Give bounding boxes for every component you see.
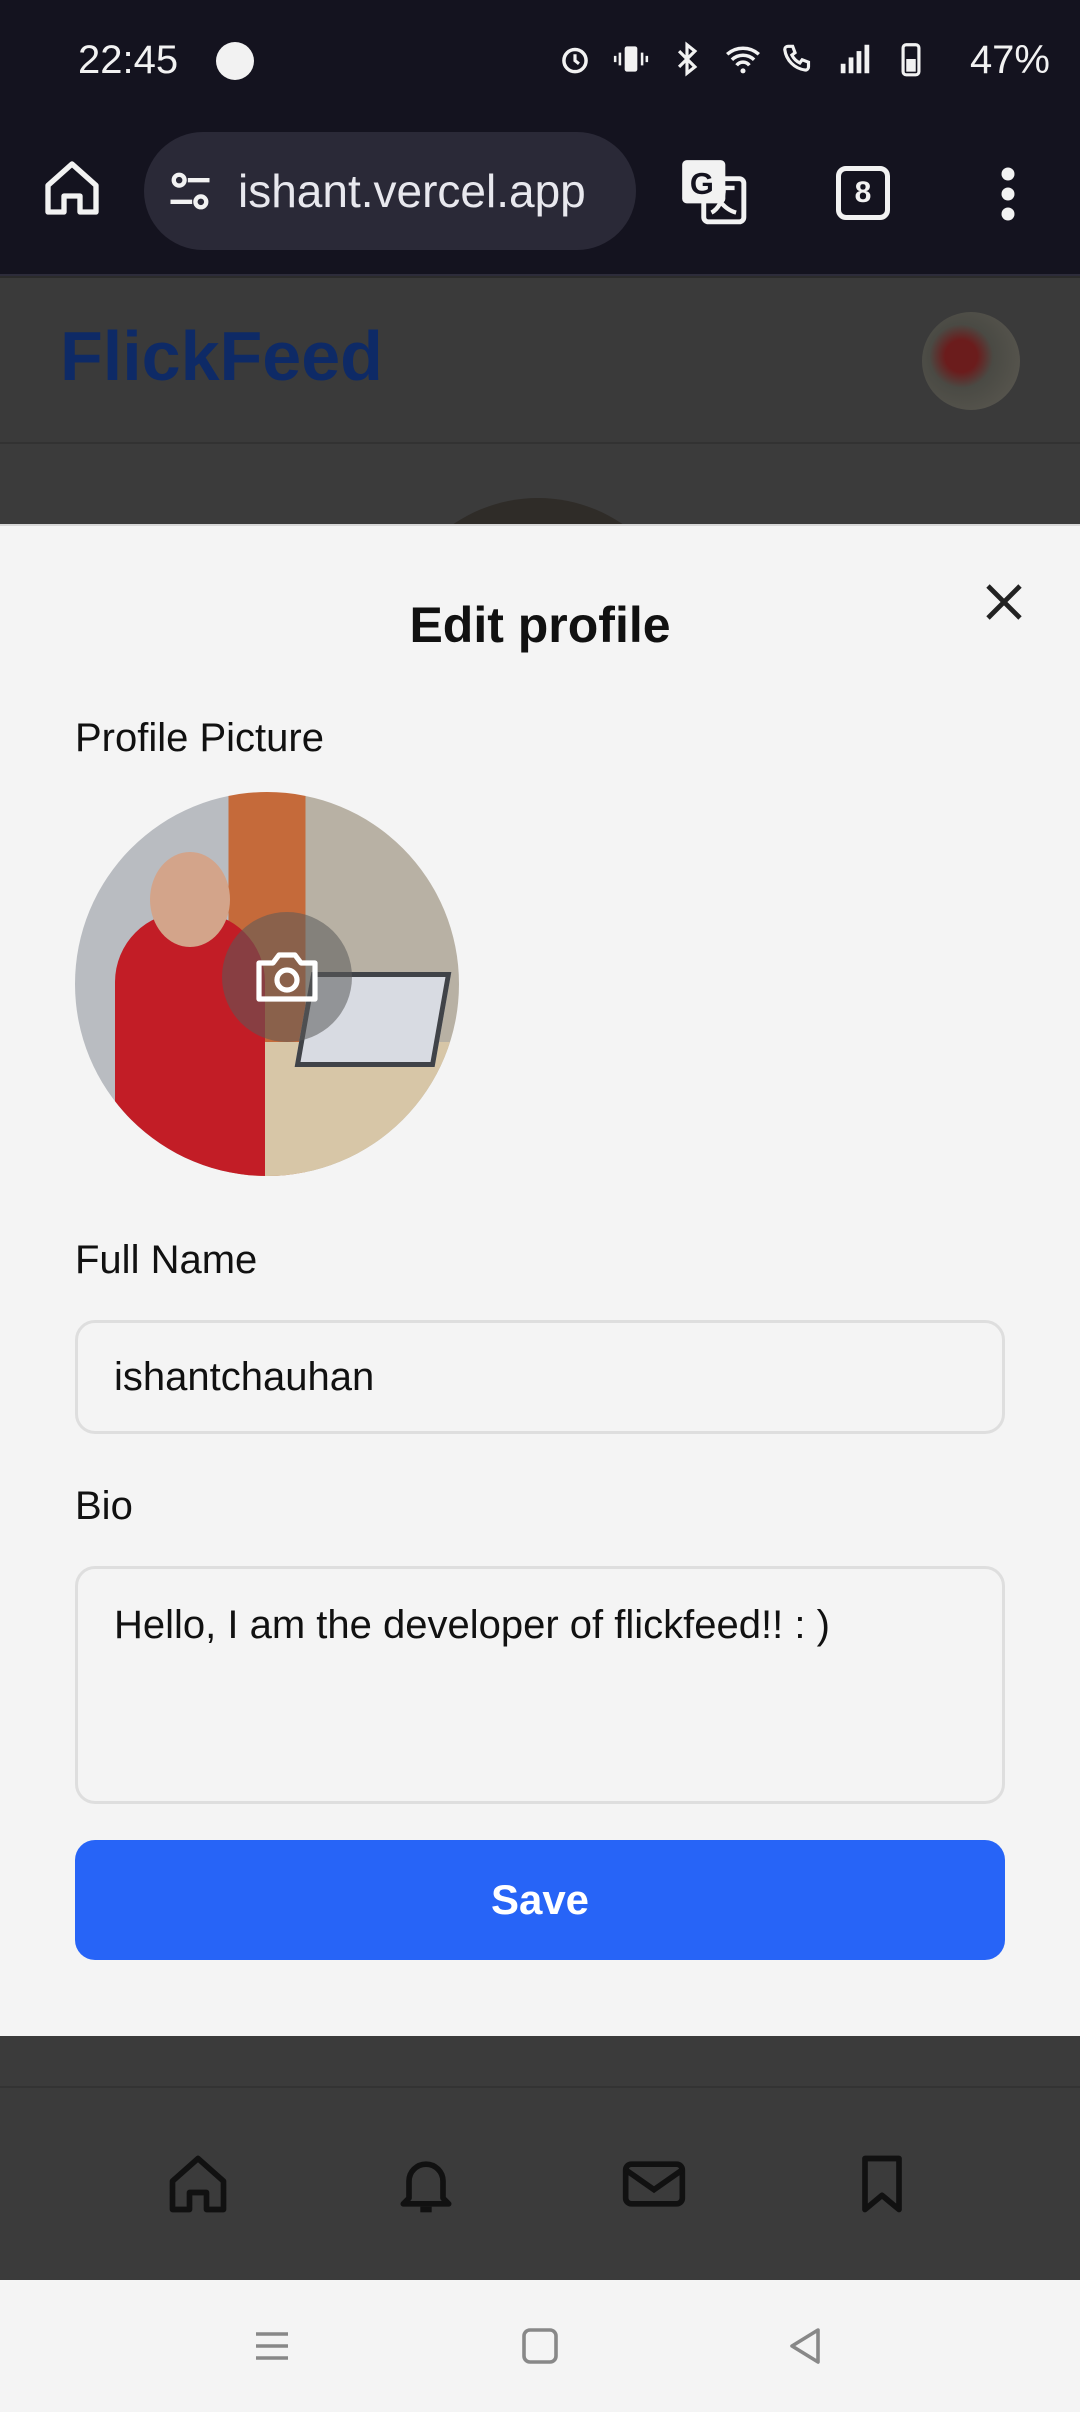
full-name-label: Full Name	[75, 1238, 258, 1282]
battery-icon	[901, 43, 921, 77]
signal-icon	[840, 44, 870, 74]
modal-title: Edit profile	[409, 597, 671, 653]
more-menu-icon[interactable]	[996, 164, 1020, 224]
profile-picture[interactable]	[75, 792, 459, 1176]
translate-icon[interactable]: G	[676, 154, 750, 228]
app-header: FlickFeed	[0, 278, 1080, 444]
bookmark-icon[interactable]	[848, 2150, 916, 2218]
url-text[interactable]: ishant.vercel.app	[238, 164, 618, 218]
wifi-icon	[726, 46, 760, 74]
profile-picture-label: Profile Picture	[75, 716, 324, 760]
photo-head	[150, 852, 230, 947]
browser-toolbar: ishant.vercel.app G 8	[0, 126, 1080, 276]
address-bar[interactable]: ishant.vercel.app	[144, 132, 636, 250]
brand-logo[interactable]: FlickFeed	[60, 316, 383, 396]
status-icons	[556, 40, 930, 78]
system-navigation-bar	[0, 2280, 1080, 2412]
bell-icon[interactable]	[392, 2150, 460, 2218]
bio-field[interactable]: Hello, I am the developer of flickfeed!!…	[75, 1566, 1005, 1804]
app-notification-icon	[216, 42, 254, 80]
vibrate-icon	[613, 46, 649, 72]
status-time: 22:45	[78, 38, 179, 82]
alarm-icon	[562, 47, 588, 74]
recent-apps-icon[interactable]	[248, 2322, 296, 2370]
header-avatar[interactable]	[922, 312, 1020, 410]
status-bar: 22:45 47%	[0, 0, 1080, 126]
full-name-field[interactable]: ishantchauhan	[75, 1320, 1005, 1434]
bottom-navigation	[0, 2086, 1080, 2280]
mail-icon[interactable]	[620, 2150, 688, 2218]
home-button-icon[interactable]	[516, 2322, 564, 2370]
bio-label: Bio	[75, 1484, 133, 1528]
back-icon[interactable]	[782, 2322, 830, 2370]
home-icon[interactable]	[164, 2150, 232, 2218]
camera-icon	[256, 952, 318, 1002]
change-photo-button[interactable]	[222, 912, 352, 1042]
save-button[interactable]: Save	[75, 1840, 1005, 1960]
tab-switcher-button[interactable]: 8	[836, 166, 890, 220]
battery-percent: 47%	[969, 38, 1050, 82]
svg-text:G: G	[690, 166, 714, 201]
browser-home-icon[interactable]	[40, 156, 104, 220]
wifi-calling-icon	[783, 44, 811, 72]
edit-profile-modal: Edit profile Profile Picture Full Name i…	[0, 524, 1080, 2036]
site-settings-icon[interactable]	[164, 165, 216, 217]
bluetooth-icon	[677, 41, 698, 77]
